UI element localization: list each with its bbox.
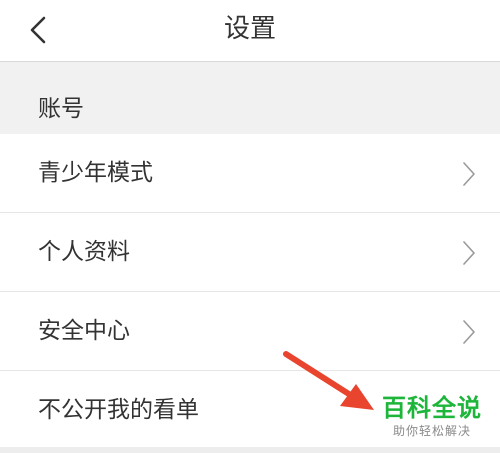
list-item-security-center[interactable]: 安全中心: [0, 292, 500, 371]
list-item-label: 安全中心: [38, 318, 130, 344]
list-item-label: 不公开我的看单: [38, 397, 199, 423]
list-item-label: 青少年模式: [38, 160, 153, 186]
red-arrow-icon: [283, 351, 374, 410]
page-title: 设置: [223, 14, 276, 44]
watermark-main-text: 百科全说: [382, 394, 482, 422]
list-item-label: 个人资料: [38, 239, 130, 265]
nav-bar: 设置: [0, 0, 500, 62]
chevron-right-icon: [463, 241, 475, 265]
chevron-right-icon: [463, 320, 475, 344]
list-item-teen-mode[interactable]: 青少年模式: [0, 134, 500, 213]
list-item-profile[interactable]: 个人资料: [0, 213, 500, 292]
watermark-sub-text: 助你轻松解决: [392, 424, 471, 438]
chevron-right-icon: [463, 162, 475, 186]
section-title: 账号: [38, 96, 84, 122]
watermark-logo: 百科全说 助你轻松解决: [372, 393, 492, 439]
bottom-divider: [0, 447, 500, 453]
section-header-account: 账号: [0, 62, 500, 134]
